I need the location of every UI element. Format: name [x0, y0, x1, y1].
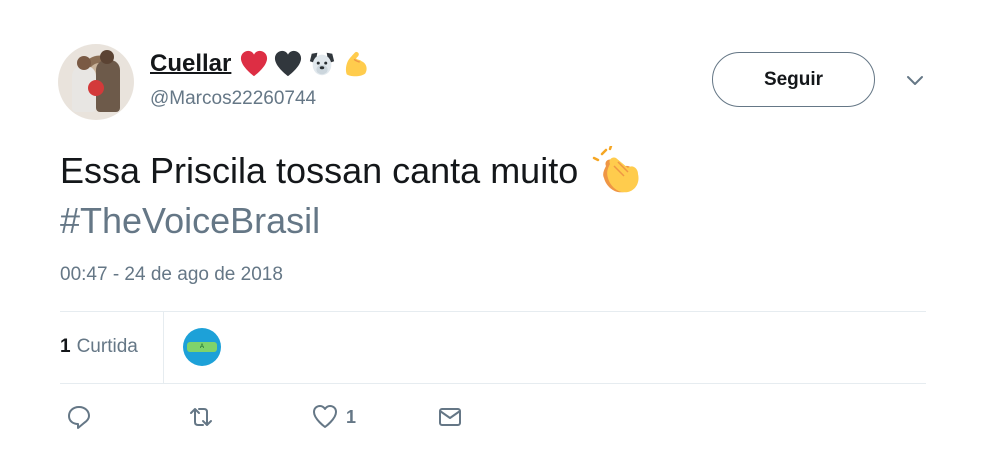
user-handle[interactable]: @Marcos22260744 — [150, 88, 316, 110]
like-count: 1 — [346, 406, 357, 427]
avatar-baby — [88, 80, 104, 96]
dm-button[interactable] — [437, 402, 463, 432]
envelope-icon — [439, 408, 461, 426]
heart-icon — [313, 405, 337, 428]
dog-face-emoji — [310, 52, 335, 76]
likes-count: 1 — [60, 336, 71, 357]
divider-top — [60, 311, 926, 312]
retweet-button[interactable] — [188, 402, 214, 432]
likes-stat-link[interactable]: 1 Curtida — [60, 336, 138, 358]
divider-bottom — [60, 383, 926, 384]
follow-button[interactable]: Seguir — [712, 52, 875, 107]
chevron-down-icon[interactable] — [903, 70, 927, 90]
red-heart-emoji — [241, 50, 268, 77]
display-name: Cuellar — [150, 50, 232, 77]
display-name-link[interactable]: Cuellar — [150, 50, 371, 78]
liker-avatar-text: A FAZENDA — [187, 342, 217, 352]
likes-label: Curtida — [76, 336, 138, 357]
hashtag-link[interactable]: #TheVoiceBrasil — [60, 196, 920, 246]
liker-avatar[interactable]: A FAZENDA — [183, 328, 221, 366]
avatar-head-right — [100, 50, 114, 64]
retweet-icon — [190, 408, 212, 426]
clapping-hands-emoji — [592, 146, 639, 193]
tweet-timestamp[interactable]: 00:47 - 24 de ago de 2018 — [60, 264, 283, 286]
black-heart-emoji — [275, 50, 302, 77]
stats-divider — [163, 311, 164, 383]
reply-button[interactable] — [66, 402, 92, 432]
flexed-biceps-emoji — [346, 51, 368, 77]
tweet-text: Essa Priscila tossan canta muito — [60, 150, 579, 191]
user-avatar[interactable] — [58, 44, 134, 120]
like-button[interactable]: 1 — [312, 402, 356, 432]
tweet-body: Essa Priscila tossan canta muito #TheVoi… — [60, 146, 920, 246]
avatar-head-left — [77, 56, 91, 70]
reply-icon — [68, 406, 90, 429]
